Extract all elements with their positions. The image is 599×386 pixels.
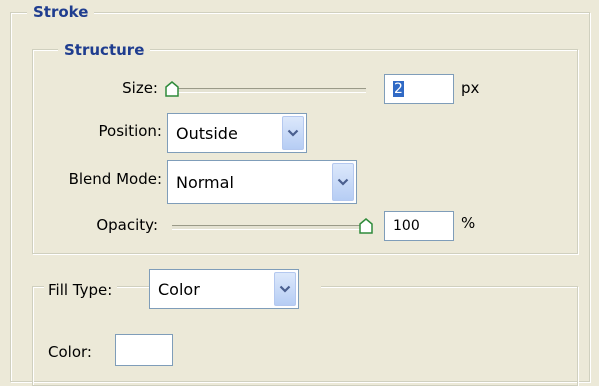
- opacity-slider-thumb[interactable]: [359, 218, 373, 234]
- chevron-down-icon: [279, 285, 291, 293]
- size-slider-thumb[interactable]: [165, 81, 179, 97]
- blend-mode-selected-value: Normal: [176, 172, 234, 192]
- opacity-value: 100: [393, 218, 420, 234]
- size-unit: px: [461, 79, 480, 97]
- structure-legend: Structure: [58, 41, 151, 59]
- position-select[interactable]: Outside: [167, 113, 307, 153]
- size-label: Size:: [122, 79, 158, 97]
- fill-type-group: [32, 286, 578, 386]
- size-slider-track[interactable]: [172, 88, 366, 93]
- stroke-legend: Stroke: [27, 3, 95, 21]
- position-label: Position:: [98, 122, 162, 140]
- size-value: 2: [393, 81, 404, 97]
- fill-type-border-mask: [299, 281, 321, 291]
- opacity-label: Opacity:: [96, 216, 158, 234]
- color-swatch[interactable]: [115, 334, 173, 366]
- color-label: Color:: [48, 343, 92, 361]
- size-input[interactable]: 2: [384, 74, 454, 104]
- opacity-input[interactable]: 100: [384, 211, 454, 241]
- chevron-down-icon: [337, 178, 349, 186]
- fill-type-dropdown-button[interactable]: [274, 272, 296, 306]
- opacity-unit: %: [461, 214, 476, 232]
- opacity-slider-track[interactable]: [172, 225, 366, 230]
- fill-type-label: Fill Type:: [44, 280, 118, 300]
- blend-mode-dropdown-button[interactable]: [332, 163, 354, 201]
- fill-type-selected-value: Color: [158, 279, 200, 299]
- chevron-down-icon: [287, 129, 299, 137]
- position-selected-value: Outside: [176, 123, 238, 143]
- blend-mode-label: Blend Mode:: [68, 170, 162, 188]
- position-dropdown-button[interactable]: [282, 116, 304, 150]
- fill-type-select[interactable]: Color: [149, 269, 299, 309]
- blend-mode-select[interactable]: Normal: [167, 160, 357, 204]
